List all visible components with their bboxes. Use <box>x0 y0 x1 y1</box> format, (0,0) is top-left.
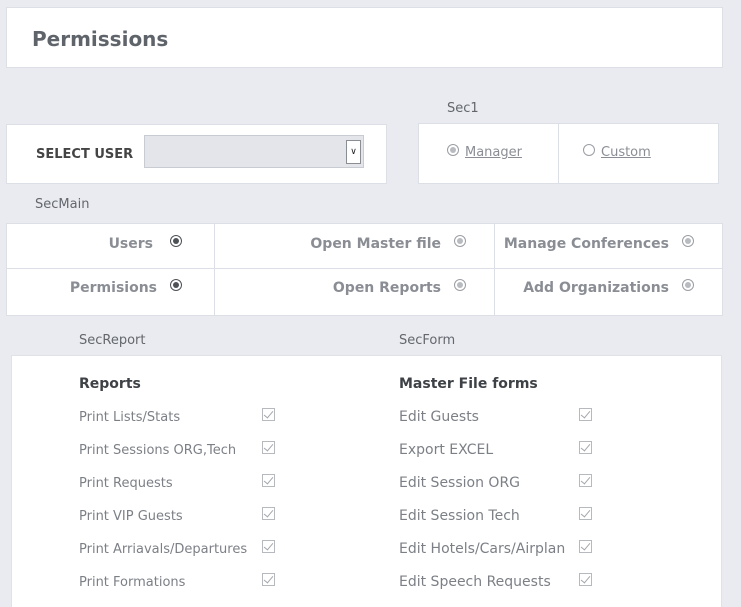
report-item-label: Print VIP Guests <box>79 509 183 524</box>
chevron-down-icon[interactable]: ∨ <box>346 140 361 164</box>
report-item-checkbox[interactable] <box>262 540 275 553</box>
form-item-label: Export EXCEL <box>399 442 494 458</box>
open-reports-radio[interactable] <box>454 279 466 291</box>
form-item-label: Edit Session ORG <box>399 475 521 491</box>
open-reports-label: Open Reports <box>332 280 441 296</box>
form-item-checkbox[interactable] <box>579 507 592 520</box>
reports-heading: Reports <box>79 376 141 392</box>
add-organizations-label: Add Organizations <box>523 280 669 296</box>
form-item-label: Edit Hotels/Cars/Airplan <box>399 541 566 557</box>
secmain-caption: SecMain <box>35 197 90 212</box>
page-title: Permissions <box>32 27 169 51</box>
users-label: Users <box>108 236 153 252</box>
master-file-forms-heading: Master File forms <box>399 376 538 392</box>
manager-label: Manager <box>465 145 522 160</box>
report-item-checkbox[interactable] <box>262 573 275 586</box>
secmain-divider <box>7 268 722 269</box>
page-header: Permissions <box>6 7 723 68</box>
report-item-label: Print Arriavals/Departures <box>79 542 248 557</box>
report-item-label: Print Sessions ORG,Tech <box>79 443 237 458</box>
manage-conferences-radio[interactable] <box>682 235 694 247</box>
report-form-panel: Reports Master File forms Print Lists/St… <box>11 355 722 607</box>
manager-radio[interactable] <box>447 144 459 156</box>
secform-caption: SecForm <box>399 333 456 348</box>
form-item-label: Edit Speech Requests <box>399 574 551 590</box>
custom-radio[interactable] <box>583 144 595 156</box>
select-user-label: SELECT USER <box>36 147 134 162</box>
manage-conferences-label: Manage Conferences <box>503 236 669 252</box>
form-item-checkbox[interactable] <box>579 441 592 454</box>
sec1-panel: Manager Custom <box>418 123 719 184</box>
form-item-checkbox[interactable] <box>579 573 592 586</box>
form-item-label: Edit Guests <box>399 409 479 425</box>
permisions-radio[interactable] <box>170 279 182 291</box>
sec1-divider <box>558 124 559 183</box>
custom-label: Custom <box>601 145 651 160</box>
user-select[interactable]: ∨ <box>144 135 364 168</box>
report-item-label: Print Formations <box>79 575 186 590</box>
permisions-label: Permisions <box>69 280 157 296</box>
form-item-checkbox[interactable] <box>579 474 592 487</box>
form-item-label: Edit Session Tech <box>399 508 520 524</box>
report-item-label: Print Requests <box>79 476 173 491</box>
report-item-label: Print Lists/Stats <box>79 410 181 425</box>
users-radio[interactable] <box>170 235 182 247</box>
open-master-file-label: Open Master file <box>310 236 441 252</box>
select-user-panel: SELECT USER ∨ <box>6 124 387 184</box>
report-item-checkbox[interactable] <box>262 408 275 421</box>
secreport-caption: SecReport <box>79 333 146 348</box>
secmain-panel: Users Open Master file Manage Conference… <box>6 223 723 316</box>
report-item-checkbox[interactable] <box>262 441 275 454</box>
add-organizations-radio[interactable] <box>682 279 694 291</box>
report-item-checkbox[interactable] <box>262 474 275 487</box>
form-item-checkbox[interactable] <box>579 540 592 553</box>
form-item-checkbox[interactable] <box>579 408 592 421</box>
sec1-caption: Sec1 <box>447 101 479 116</box>
report-item-checkbox[interactable] <box>262 507 275 520</box>
open-master-file-radio[interactable] <box>454 235 466 247</box>
